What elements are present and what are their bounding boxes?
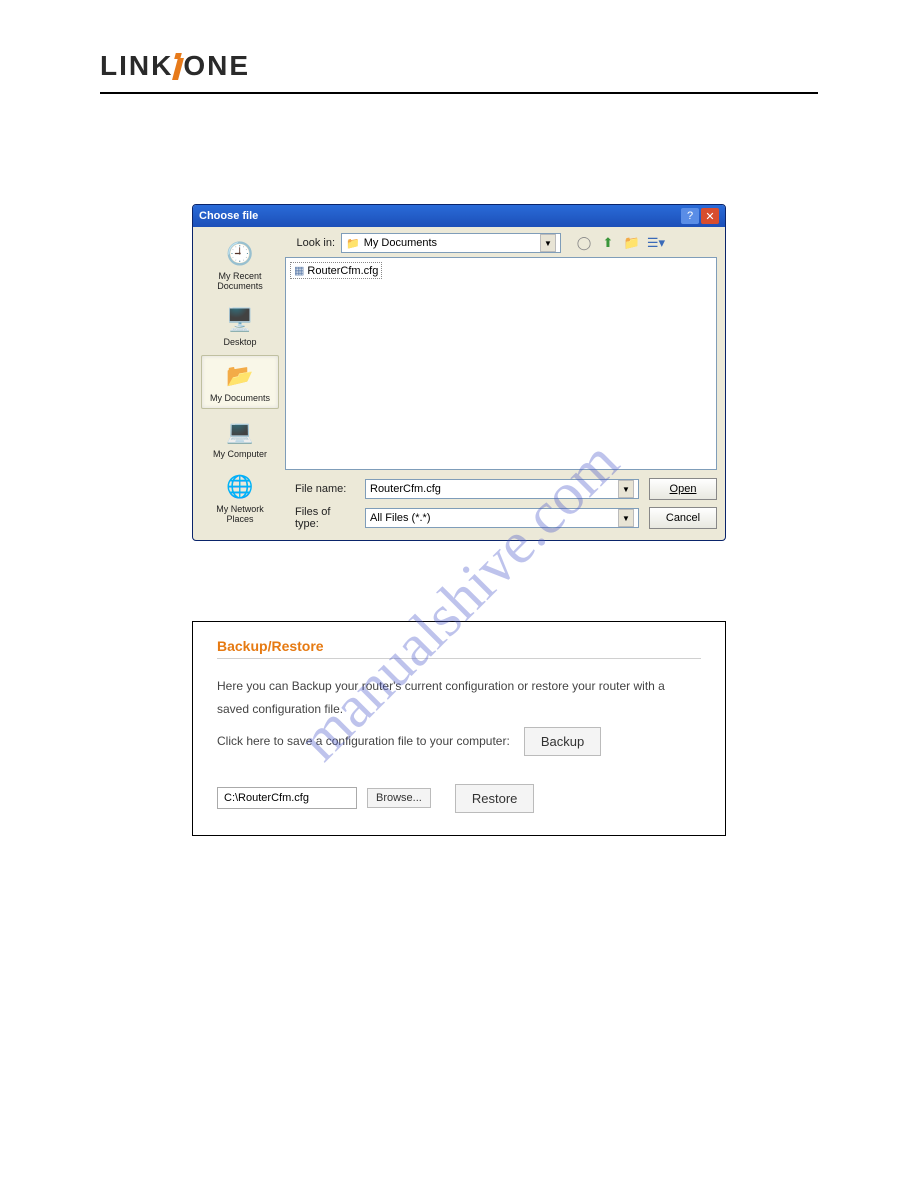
sidebar-item-label: My Documents (210, 394, 270, 404)
choose-file-dialog: Choose file ? ✕ 🕘 My Recent Documents 🖥️… (192, 204, 726, 541)
filetype-value: All Files (*.*) (370, 512, 431, 524)
logo-text-right: ONE (183, 50, 250, 82)
logo: LINK ONE (100, 50, 818, 82)
view-menu-icon[interactable]: ☰▾ (647, 234, 665, 252)
dialog-sidebar: 🕘 My Recent Documents 🖥️ Desktop 📂 My Do… (201, 233, 279, 530)
backup-label: Click here to save a configuration file … (217, 734, 510, 748)
open-button[interactable]: Open (649, 478, 717, 500)
sidebar-item-desktop[interactable]: 🖥️ Desktop (201, 299, 279, 353)
cancel-button[interactable]: Cancel (649, 507, 717, 529)
filename-label: File name: (285, 483, 355, 495)
desktop-icon: 🖥️ (224, 304, 256, 336)
logo-mark-icon (175, 53, 181, 80)
panel-desc-line2: saved configuration file. (217, 698, 701, 721)
chevron-down-icon[interactable]: ▼ (540, 234, 556, 252)
filetype-field[interactable]: All Files (*.*) ▼ (365, 508, 639, 528)
sidebar-item-label: My Computer (213, 450, 267, 460)
browse-button[interactable]: Browse... (367, 788, 431, 808)
restore-button[interactable]: Restore (455, 784, 535, 813)
lookin-dropdown[interactable]: 📁 My Documents ▼ (341, 233, 561, 253)
lookin-label: Look in: (285, 237, 335, 249)
restore-path-input[interactable] (217, 787, 357, 809)
help-icon[interactable]: ? (681, 208, 699, 224)
sidebar-item-network[interactable]: 🌐 My Network Places (201, 466, 279, 530)
backup-button[interactable]: Backup (524, 727, 601, 756)
file-item-name: RouterCfm.cfg (307, 265, 378, 277)
sidebar-item-recent[interactable]: 🕘 My Recent Documents (201, 233, 279, 297)
network-places-icon: 🌐 (224, 471, 256, 503)
chevron-down-icon[interactable]: ▼ (618, 480, 634, 498)
folder-icon: 📁 (346, 237, 360, 250)
sidebar-item-label: Desktop (223, 338, 256, 348)
file-list-pane[interactable]: ▦ RouterCfm.cfg (285, 257, 717, 470)
back-icon[interactable]: ◯ (575, 234, 593, 252)
chevron-down-icon[interactable]: ▼ (618, 509, 634, 527)
sidebar-item-label: My Recent Documents (204, 272, 276, 292)
filename-value: RouterCfm.cfg (370, 483, 441, 495)
file-item[interactable]: ▦ RouterCfm.cfg (290, 262, 382, 279)
panel-divider (217, 658, 701, 659)
file-icon: ▦ (294, 264, 304, 277)
dialog-titlebar: Choose file ? ✕ (193, 205, 725, 227)
computer-icon: 💻 (224, 416, 256, 448)
recent-documents-icon: 🕘 (224, 238, 256, 270)
lookin-value: My Documents (364, 237, 437, 249)
panel-title: Backup/Restore (217, 638, 701, 654)
backup-restore-panel: Backup/Restore Here you can Backup your … (192, 621, 726, 836)
dialog-title: Choose file (199, 210, 258, 222)
sidebar-item-documents[interactable]: 📂 My Documents (201, 355, 279, 409)
documents-icon: 📂 (224, 360, 256, 392)
header-divider (100, 92, 818, 94)
close-icon[interactable]: ✕ (701, 208, 719, 224)
filename-field[interactable]: RouterCfm.cfg ▼ (365, 479, 639, 499)
up-folder-icon[interactable]: ⬆ (599, 234, 617, 252)
panel-desc-line1: Here you can Backup your router's curren… (217, 675, 701, 698)
new-folder-icon[interactable]: 📁 (623, 234, 641, 252)
sidebar-item-computer[interactable]: 💻 My Computer (201, 411, 279, 465)
filetype-label: Files of type: (285, 506, 355, 530)
sidebar-item-label: My Network Places (204, 505, 276, 525)
logo-text-left: LINK (100, 50, 173, 82)
